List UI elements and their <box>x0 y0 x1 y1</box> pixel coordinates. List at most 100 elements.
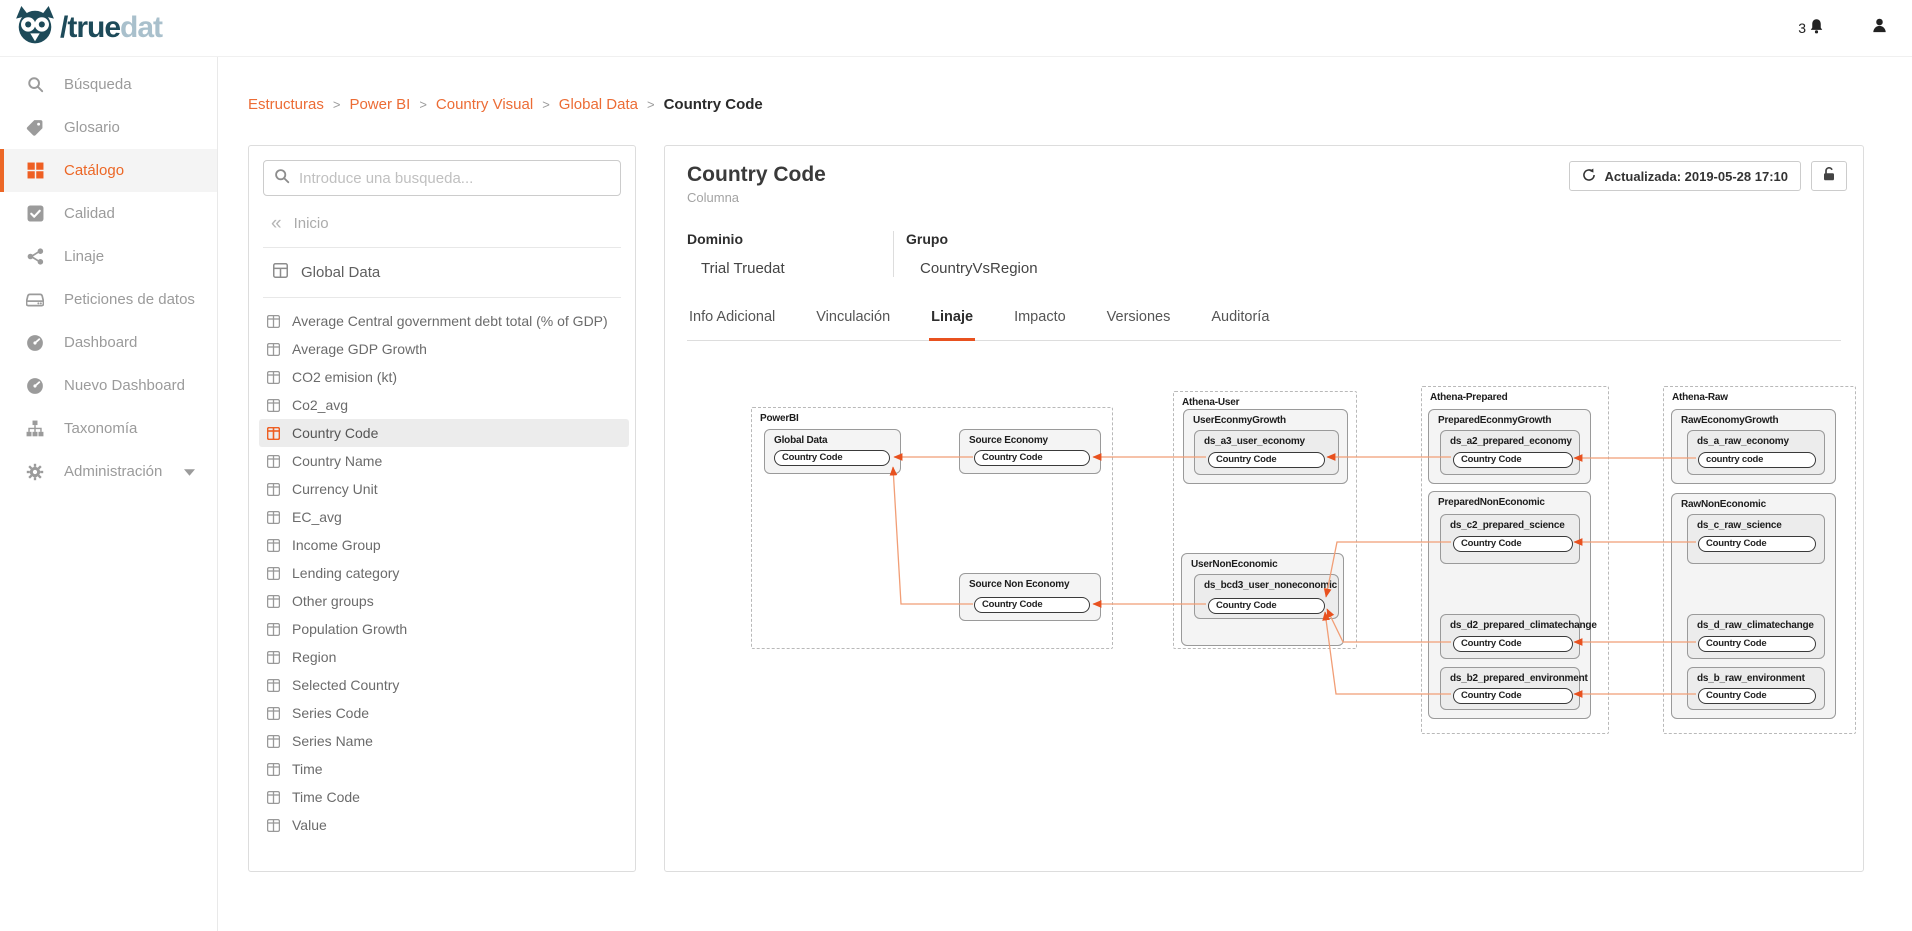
sidebar-item-linaje[interactable]: Linaje <box>0 235 217 278</box>
list-item-label: Region <box>292 649 336 665</box>
lineage-pill-global-data-country-code[interactable]: Country Code <box>774 450 890 466</box>
list-item-label: Series Code <box>292 705 369 721</box>
lineage-pill-ds-a2-country-code[interactable]: Country Code <box>1453 452 1573 468</box>
sidebar-item-catalogo[interactable]: Catálogo <box>0 149 217 192</box>
lineage-pill-ds-d2-country-code[interactable]: Country Code <box>1453 636 1573 652</box>
lineage-pill-source-non-economy-country-code[interactable]: Country Code <box>974 597 1090 613</box>
lineage-node-prepared-econmy-growth[interactable]: PreparedEconmyGrowth ds_a2_prepared_econ… <box>1428 409 1591 484</box>
list-item[interactable]: Country Name <box>259 447 629 475</box>
lineage-node-raw-non-economic[interactable]: RawNonEconomic ds_c_raw_science Country … <box>1671 493 1836 719</box>
lineage-table-ds-b2-prepared-environment[interactable]: ds_b2_prepared_environment Country Code <box>1440 667 1580 710</box>
lineage-node-user-non-economic[interactable]: UserNonEconomic ds_bcd3_user_noneconomic… <box>1181 553 1344 646</box>
tab-linaje[interactable]: Linaje <box>929 301 975 341</box>
list-item[interactable]: Value <box>259 811 629 839</box>
lineage-pill-ds-a3-country-code[interactable]: Country Code <box>1208 452 1325 468</box>
list-item[interactable]: Lending category <box>259 559 629 587</box>
explorer-parent-global-data[interactable]: Global Data <box>249 248 635 297</box>
grupo-field: Grupo CountryVsRegion <box>893 231 1038 277</box>
lineage-pill-ds-b2-country-code[interactable]: Country Code <box>1453 688 1573 704</box>
lineage-pill-source-economy-country-code[interactable]: Country Code <box>974 450 1090 466</box>
list-item[interactable]: Time Code <box>259 783 629 811</box>
table-label: ds_d2_prepared_climatechange <box>1450 620 1597 631</box>
list-item[interactable]: Time <box>259 755 629 783</box>
list-item[interactable]: Average GDP Growth <box>259 335 629 363</box>
lineage-table-ds-a3-user-economy[interactable]: ds_a3_user_economy Country Code <box>1194 430 1339 475</box>
lineage-table-ds-c2-prepared-science[interactable]: ds_c2_prepared_science Country Code <box>1440 514 1580 564</box>
sidebar-item-nuevo-dashboard[interactable]: Nuevo Dashboard <box>0 364 217 407</box>
lineage-pill-ds-c2-country-code[interactable]: Country Code <box>1453 536 1573 552</box>
lineage-pill-ds-d-raw-country-code[interactable]: Country Code <box>1698 636 1816 652</box>
lineage-pill-ds-a-raw-country-code[interactable]: country code <box>1698 452 1816 468</box>
lineage-table-ds-c-raw-science[interactable]: ds_c_raw_science Country Code <box>1687 514 1825 564</box>
node-label: RawNonEconomic <box>1681 499 1766 510</box>
user-menu-button[interactable] <box>1871 17 1888 39</box>
sidebar-item-glosario[interactable]: Glosario <box>0 106 217 149</box>
sidebar-item-calidad[interactable]: Calidad <box>0 192 217 235</box>
tab-info-adicional[interactable]: Info Adicional <box>687 301 777 341</box>
tab-impacto[interactable]: Impacto <box>1012 301 1068 341</box>
sidebar-item-label: Calidad <box>64 205 115 222</box>
breadcrumb-country-visual[interactable]: Country Visual <box>436 96 533 113</box>
lineage-pill-ds-bcd3-country-code[interactable]: Country Code <box>1208 598 1325 614</box>
explorer-search-input[interactable] <box>299 170 610 187</box>
explorer-parent-label: Global Data <box>301 264 380 281</box>
list-item-label: Time <box>292 761 323 777</box>
tab-vinculacion[interactable]: Vinculación <box>814 301 892 341</box>
updated-button[interactable]: Actualizada: 2019-05-28 17:10 <box>1569 161 1801 191</box>
breadcrumb-separator: > <box>410 97 436 112</box>
list-item[interactable]: Population Growth <box>259 615 629 643</box>
gauge-icon <box>26 334 44 352</box>
list-item-label: Other groups <box>292 593 374 609</box>
truedat-logo[interactable]: /truedat <box>14 5 162 52</box>
group-label: Athena-Prepared <box>1430 392 1508 403</box>
sitemap-icon <box>26 420 44 438</box>
list-item[interactable]: CO2 emision (kt) <box>259 363 629 391</box>
sidebar-item-peticiones[interactable]: Peticiones de datos <box>0 278 217 321</box>
sidebar-item-administracion[interactable]: Administración <box>0 450 217 493</box>
lineage-pill-ds-b-raw-country-code[interactable]: Country Code <box>1698 688 1816 704</box>
explorer-home-button[interactable]: « Inicio <box>249 202 635 247</box>
notifications-button[interactable]: 3 <box>1798 18 1825 38</box>
sidebar-item-dashboard[interactable]: Dashboard <box>0 321 217 364</box>
sidebar-item-taxonomia[interactable]: Taxonomía <box>0 407 217 450</box>
lineage-table-ds-d2-prepared-climatechange[interactable]: ds_d2_prepared_climatechange Country Cod… <box>1440 614 1580 659</box>
list-item[interactable]: Other groups <box>259 587 629 615</box>
lineage-node-raw-economy-growth[interactable]: RawEconomyGrowth ds_a_raw_economy countr… <box>1671 409 1836 484</box>
list-item[interactable]: Series Code <box>259 699 629 727</box>
lineage-node-user-econmy-growth[interactable]: UserEconmyGrowth ds_a3_user_economy Coun… <box>1183 409 1348 484</box>
list-item[interactable]: Series Name <box>259 727 629 755</box>
breadcrumb-current: Country Code <box>664 96 763 113</box>
lineage-node-global-data[interactable]: Global Data Country Code <box>764 429 901 474</box>
lineage-table-ds-a2-prepared-economy[interactable]: ds_a2_prepared_economy Country Code <box>1440 430 1580 475</box>
list-item[interactable]: Average Central government debt total (%… <box>259 307 629 335</box>
lock-button[interactable] <box>1811 161 1847 191</box>
lineage-node-source-non-economy[interactable]: Source Non Economy Country Code <box>959 573 1101 621</box>
lineage-table-ds-a-raw-economy[interactable]: ds_a_raw_economy country code <box>1687 430 1825 475</box>
lineage-node-source-economy[interactable]: Source Economy Country Code <box>959 429 1101 474</box>
list-item-label: Value <box>292 817 327 833</box>
table-label: ds_c_raw_science <box>1697 520 1782 531</box>
lineage-table-ds-d-raw-climatechange[interactable]: ds_d_raw_climatechange Country Code <box>1687 614 1825 659</box>
list-item-label: Time Code <box>292 789 360 805</box>
list-item[interactable]: Currency Unit <box>259 475 629 503</box>
tab-versiones[interactable]: Versiones <box>1105 301 1173 341</box>
breadcrumb-estructuras[interactable]: Estructuras <box>248 96 324 113</box>
list-item[interactable]: Income Group <box>259 531 629 559</box>
share-icon <box>26 248 44 266</box>
check-square-icon <box>26 205 44 223</box>
list-item[interactable]: Co2_avg <box>259 391 629 419</box>
list-item[interactable]: EC_avg <box>259 503 629 531</box>
list-item-selected[interactable]: Country Code <box>259 419 629 447</box>
breadcrumb-power-bi[interactable]: Power BI <box>349 96 410 113</box>
list-item[interactable]: Region <box>259 643 629 671</box>
detail-fields: Dominio Trial Truedat Grupo CountryVsReg… <box>665 205 1863 277</box>
updated-label: Actualizada: 2019-05-28 17:10 <box>1604 169 1788 184</box>
list-item[interactable]: Selected Country <box>259 671 629 699</box>
lineage-pill-ds-c-raw-country-code[interactable]: Country Code <box>1698 536 1816 552</box>
lineage-node-prepared-non-economic[interactable]: PreparedNonEconomic ds_c2_prepared_scien… <box>1428 491 1591 719</box>
lineage-table-ds-bcd3-user-noneconomic[interactable]: ds_bcd3_user_noneconomic Country Code <box>1194 574 1339 619</box>
breadcrumb-global-data[interactable]: Global Data <box>559 96 638 113</box>
lineage-table-ds-b-raw-environment[interactable]: ds_b_raw_environment Country Code <box>1687 667 1825 710</box>
sidebar-item-busqueda[interactable]: Búsqueda <box>0 63 217 106</box>
tab-auditoria[interactable]: Auditoría <box>1209 301 1271 341</box>
